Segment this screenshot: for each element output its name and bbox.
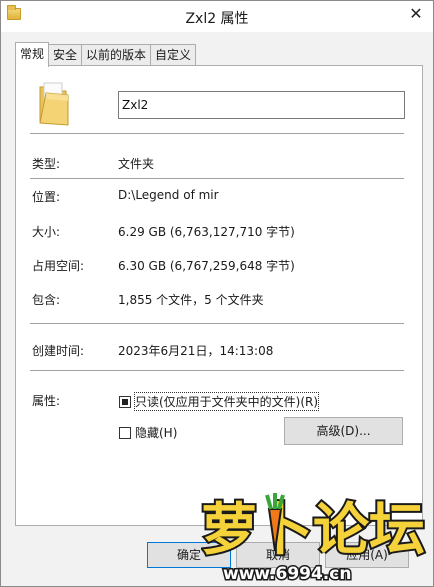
created-value: 2023年6月21日，14:13:08 — [118, 344, 274, 358]
separator — [30, 133, 404, 134]
separator — [30, 178, 404, 179]
tab-strip: 常规 安全 以前的版本 自定义 — [15, 42, 197, 67]
readonly-checkbox-box[interactable] — [119, 395, 131, 408]
hidden-checkbox-label[interactable]: 隐藏(H) — [135, 424, 177, 441]
ok-button[interactable]: 确定 — [147, 542, 231, 568]
type-label: 类型: — [32, 157, 61, 171]
contains-label: 包含: — [32, 293, 61, 307]
location-label: 位置: — [32, 190, 61, 204]
tab-security[interactable]: 安全 — [48, 44, 83, 66]
folder-name-input[interactable] — [118, 91, 405, 119]
hidden-checkbox-box[interactable] — [119, 426, 131, 439]
advanced-button[interactable]: 高级(D)... — [284, 417, 403, 445]
created-label: 创建时间: — [32, 344, 85, 358]
cancel-button[interactable]: 取消 — [236, 542, 320, 568]
contains-value: 1,855 个文件，5 个文件夹 — [118, 293, 264, 307]
apply-button[interactable]: 应用(A) — [325, 542, 409, 568]
close-icon: ✕ — [409, 4, 423, 23]
disk-size-value: 6.30 GB (6,767,259,648 字节) — [118, 259, 295, 273]
attributes-label: 属性: — [32, 394, 61, 408]
hidden-checkbox[interactable]: 隐藏(H) — [119, 424, 177, 441]
general-tab-panel: 类型: 文件夹 位置: D:\Legend of mir 大小: 6.29 GB… — [15, 65, 423, 526]
readonly-checkbox-label[interactable]: 只读(仅应用于文件夹中的文件)(R) — [133, 392, 320, 411]
folder-icon — [39, 82, 69, 126]
tab-general[interactable]: 常规 — [15, 42, 50, 67]
size-label: 大小: — [32, 225, 61, 239]
title-bar: Zxl2 属性 ✕ — [1, 1, 433, 32]
size-value: 6.29 GB (6,763,127,710 字节) — [118, 225, 295, 239]
disk-size-label: 占用空间: — [32, 259, 85, 273]
close-button[interactable]: ✕ — [405, 5, 427, 23]
separator — [30, 370, 404, 371]
tab-customize[interactable]: 自定义 — [150, 44, 197, 66]
window-title: Zxl2 属性 — [185, 11, 249, 27]
location-value: D:\Legend of mir — [118, 188, 219, 202]
tab-previous-versions[interactable]: 以前的版本 — [81, 44, 152, 66]
separator — [30, 323, 404, 324]
readonly-checkbox[interactable]: 只读(仅应用于文件夹中的文件)(R) — [119, 392, 320, 411]
type-value: 文件夹 — [118, 157, 155, 171]
properties-window: Zxl2 属性 ✕ 常规 安全 以前的版本 自定义 类型: 文件夹 位置: D:… — [0, 0, 434, 587]
